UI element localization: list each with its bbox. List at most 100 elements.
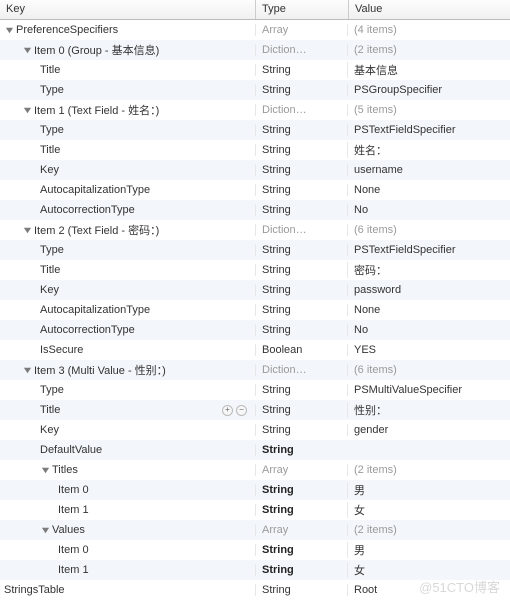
cell-value[interactable]: 男: [347, 542, 510, 558]
cell-key[interactable]: Titles: [0, 464, 255, 476]
cell-type[interactable]: Array: [255, 524, 347, 536]
cell-key[interactable]: Key: [0, 424, 255, 436]
cell-key[interactable]: Key: [0, 284, 255, 296]
cell-type[interactable]: String: [255, 424, 347, 436]
cell-key[interactable]: DefaultValue: [0, 444, 255, 456]
cell-key[interactable]: AutocorrectionType: [0, 324, 255, 336]
cell-value[interactable]: 基本信息: [347, 62, 510, 78]
cell-key[interactable]: Type: [0, 244, 255, 256]
cell-key[interactable]: PreferenceSpecifiers: [0, 24, 255, 36]
table-row[interactable]: AutocorrectionTypeStringNo: [0, 320, 510, 340]
cell-key[interactable]: Values: [0, 524, 255, 536]
cell-type[interactable]: String: [255, 244, 347, 256]
table-row[interactable]: StringsTableStringRoot: [0, 580, 510, 600]
disclosure-triangle-icon[interactable]: [40, 525, 50, 535]
cell-value[interactable]: (2 items): [347, 44, 510, 56]
cell-value[interactable]: password: [347, 284, 510, 296]
cell-type[interactable]: Diction…: [255, 44, 347, 56]
column-type[interactable]: Type: [256, 0, 348, 19]
cell-type[interactable]: String: [255, 184, 347, 196]
cell-value[interactable]: None: [347, 304, 510, 316]
cell-type[interactable]: String: [255, 124, 347, 136]
table-row[interactable]: Item 0String男: [0, 480, 510, 500]
cell-type[interactable]: String: [255, 324, 347, 336]
cell-key[interactable]: Title: [0, 264, 255, 276]
cell-key[interactable]: Item 3 (Multi Value - 性别：): [0, 362, 255, 378]
cell-type[interactable]: Array: [255, 464, 347, 476]
column-key[interactable]: Key: [0, 0, 255, 19]
table-row[interactable]: AutocapitalizationTypeStringNone: [0, 180, 510, 200]
cell-type[interactable]: Array: [255, 24, 347, 36]
cell-value[interactable]: (6 items): [347, 364, 510, 376]
cell-value[interactable]: gender: [347, 424, 510, 436]
disclosure-triangle-icon[interactable]: [22, 45, 32, 55]
cell-key[interactable]: Item 1 (Text Field - 姓名：): [0, 102, 255, 118]
cell-key[interactable]: IsSecure: [0, 344, 255, 356]
cell-key[interactable]: Key: [0, 164, 255, 176]
cell-type[interactable]: String: [255, 284, 347, 296]
cell-type[interactable]: String: [255, 504, 347, 516]
cell-value[interactable]: 密码：: [347, 262, 510, 278]
table-row[interactable]: DefaultValueString: [0, 440, 510, 460]
table-row[interactable]: Title+−String性别：: [0, 400, 510, 420]
cell-key[interactable]: StringsTable: [0, 584, 255, 596]
table-row[interactable]: AutocapitalizationTypeStringNone: [0, 300, 510, 320]
cell-type[interactable]: Boolean: [255, 344, 347, 356]
column-value[interactable]: Value: [349, 0, 510, 19]
cell-key[interactable]: Title: [0, 64, 255, 76]
cell-value[interactable]: (2 items): [347, 464, 510, 476]
table-row[interactable]: TypeStringPSTextFieldSpecifier: [0, 240, 510, 260]
cell-key[interactable]: AutocapitalizationType: [0, 184, 255, 196]
cell-value[interactable]: 女: [347, 502, 510, 518]
cell-value[interactable]: (6 items): [347, 224, 510, 236]
cell-key[interactable]: Type: [0, 84, 255, 96]
cell-type[interactable]: String: [255, 444, 347, 456]
disclosure-triangle-icon[interactable]: [22, 105, 32, 115]
cell-type[interactable]: String: [255, 204, 347, 216]
cell-key[interactable]: Item 1: [0, 504, 255, 516]
cell-type[interactable]: Diction…: [255, 364, 347, 376]
cell-key[interactable]: Title: [0, 144, 255, 156]
cell-key[interactable]: Item 0: [0, 484, 255, 496]
cell-type[interactable]: String: [255, 404, 347, 416]
cell-type[interactable]: String: [255, 584, 347, 596]
cell-type[interactable]: String: [255, 384, 347, 396]
cell-key[interactable]: Item 1: [0, 564, 255, 576]
disclosure-triangle-icon[interactable]: [40, 465, 50, 475]
table-row[interactable]: TitleString姓名：: [0, 140, 510, 160]
cell-type[interactable]: String: [255, 304, 347, 316]
cell-value[interactable]: username: [347, 164, 510, 176]
cell-value[interactable]: PSMultiValueSpecifier: [347, 384, 510, 396]
cell-value[interactable]: 女: [347, 562, 510, 578]
cell-key[interactable]: AutocapitalizationType: [0, 304, 255, 316]
cell-type[interactable]: String: [255, 84, 347, 96]
cell-key[interactable]: Title+−: [0, 404, 255, 416]
table-row[interactable]: Item 1String女: [0, 500, 510, 520]
table-row[interactable]: ValuesArray(2 items): [0, 520, 510, 540]
cell-type[interactable]: String: [255, 164, 347, 176]
table-row[interactable]: AutocorrectionTypeStringNo: [0, 200, 510, 220]
remove-icon[interactable]: −: [236, 405, 247, 416]
cell-value[interactable]: (5 items): [347, 104, 510, 116]
cell-type[interactable]: Diction…: [255, 224, 347, 236]
cell-value[interactable]: PSGroupSpecifier: [347, 84, 510, 96]
cell-value[interactable]: 男: [347, 482, 510, 498]
cell-value[interactable]: No: [347, 324, 510, 336]
table-row[interactable]: IsSecureBooleanYES: [0, 340, 510, 360]
cell-value[interactable]: PSTextFieldSpecifier: [347, 244, 510, 256]
cell-key[interactable]: AutocorrectionType: [0, 204, 255, 216]
table-row[interactable]: TitlesArray(2 items): [0, 460, 510, 480]
cell-key[interactable]: Item 0: [0, 544, 255, 556]
table-row[interactable]: Item 1 (Text Field - 姓名：)Diction…(5 item…: [0, 100, 510, 120]
cell-type[interactable]: String: [255, 484, 347, 496]
cell-value[interactable]: None: [347, 184, 510, 196]
cell-value[interactable]: 姓名：: [347, 142, 510, 158]
table-row[interactable]: Item 0 (Group - 基本信息)Diction…(2 items): [0, 40, 510, 60]
cell-key[interactable]: Type: [0, 384, 255, 396]
table-row[interactable]: Item 0String男: [0, 540, 510, 560]
cell-key[interactable]: Item 2 (Text Field - 密码：): [0, 222, 255, 238]
table-row[interactable]: TitleString基本信息: [0, 60, 510, 80]
table-row[interactable]: TypeStringPSTextFieldSpecifier: [0, 120, 510, 140]
cell-type[interactable]: String: [255, 264, 347, 276]
table-row[interactable]: TypeStringPSMultiValueSpecifier: [0, 380, 510, 400]
